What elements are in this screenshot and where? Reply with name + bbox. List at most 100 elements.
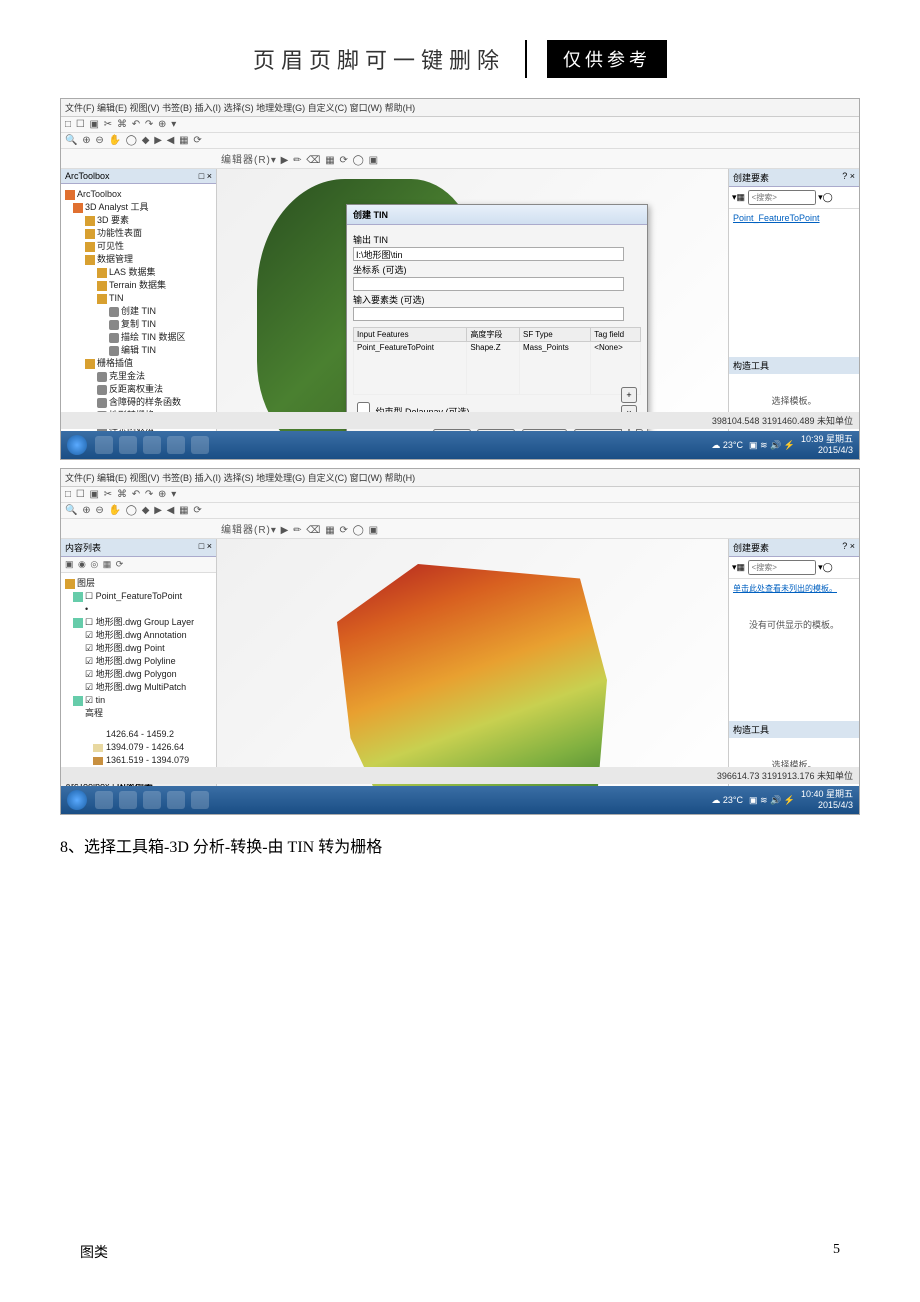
map-viewport[interactable] bbox=[217, 539, 728, 794]
td[interactable]: Mass_Points bbox=[520, 342, 591, 395]
tree-item[interactable]: 反距离权重法 bbox=[65, 383, 212, 396]
tree-item[interactable]: 含障碍的样条函数 bbox=[65, 396, 212, 409]
menu-item[interactable]: 帮助(H) bbox=[385, 473, 416, 483]
menu-item[interactable]: 编辑(E) bbox=[97, 103, 127, 113]
menu-item[interactable]: 地理处理(G) bbox=[256, 103, 305, 113]
tree-item[interactable]: Terrain 数据集 bbox=[65, 279, 212, 292]
td[interactable]: Point_FeatureToPoint bbox=[354, 342, 467, 395]
input-features-table[interactable]: Input Features 高度字段 SF Type Tag field Po… bbox=[353, 327, 641, 395]
toolbox-tree[interactable]: ArcToolbox3D Analyst 工具3D 要素功能性表面可见性数据管理… bbox=[61, 184, 216, 439]
layer-tree[interactable]: 图层☐ Point_FeatureToPoint•☐ 地形图.dwg Group… bbox=[61, 573, 216, 724]
tree-item[interactable]: 功能性表面 bbox=[65, 227, 212, 240]
menu-item[interactable]: 窗口(W) bbox=[350, 473, 383, 483]
tree-item[interactable]: ☑ 地形图.dwg Polyline bbox=[65, 655, 212, 668]
tray-date[interactable]: 2015/4/3 bbox=[801, 800, 853, 811]
tray-icons[interactable]: ▣ ≋ 🔊 ⚡ bbox=[749, 795, 795, 806]
tree-item[interactable]: 栅格插值 bbox=[65, 357, 212, 370]
filter-icon[interactable]: ▾▦ bbox=[732, 562, 745, 572]
tree-item[interactable]: 创建 TIN bbox=[65, 305, 212, 318]
tree-item[interactable]: 描绘 TIN 数据区 bbox=[65, 331, 212, 344]
tree-item[interactable]: 3D Analyst 工具 bbox=[65, 201, 212, 214]
tree-item[interactable]: • bbox=[65, 603, 212, 616]
menu-item[interactable]: 书签(B) bbox=[162, 473, 192, 483]
weather-tray[interactable]: ☁ 23°C bbox=[711, 440, 743, 451]
toc-toolbar[interactable]: ▣ ◉ ◎ ▦ ⟳ bbox=[61, 557, 216, 573]
tray-icons[interactable]: ▣ ≋ 🔊 ⚡ bbox=[749, 440, 795, 451]
panel-controls[interactable]: ? × bbox=[842, 171, 855, 184]
tree-item[interactable]: 图层 bbox=[65, 577, 212, 590]
toolbar[interactable]: 编辑器(R)▾ ▶ ✏ ⌫ ▦ ⟳ ◯ ▣ bbox=[61, 519, 859, 539]
add-row-button[interactable]: + bbox=[621, 387, 637, 403]
tree-item[interactable]: 数据管理 bbox=[65, 253, 212, 266]
tray-time[interactable]: 10:39 星期五 bbox=[801, 434, 853, 445]
search-icons[interactable]: ▾◯ bbox=[818, 562, 833, 572]
weather-tray[interactable]: ☁ 23°C bbox=[711, 795, 743, 806]
menu-item[interactable]: 地理处理(G) bbox=[256, 473, 305, 483]
toolbar[interactable]: □ ☐ ▣ ✂ ⌘ ↶ ↷ ⊕ ▾ bbox=[61, 117, 859, 133]
task-icon[interactable] bbox=[95, 436, 113, 454]
windows-taskbar[interactable]: ☁ 23°C ▣ ≋ 🔊 ⚡ 10:39 星期五 2015/4/3 bbox=[61, 431, 859, 459]
menu-item[interactable]: 插入(I) bbox=[195, 103, 222, 113]
menu-item[interactable]: 窗口(W) bbox=[350, 103, 383, 113]
toolbar[interactable]: 🔍 ⊕ ⊖ ✋ ◯ ◆ ▶ ◀ ▦ ⟳ bbox=[61, 503, 859, 519]
menu-bar[interactable]: 文件(F) 编辑(E) 视图(V) 书签(B) 插入(I) 选择(S) 地理处理… bbox=[61, 99, 859, 117]
menu-item[interactable]: 文件(F) bbox=[65, 103, 95, 113]
menu-item[interactable]: 选择(S) bbox=[224, 473, 254, 483]
task-icon[interactable] bbox=[191, 791, 209, 809]
template-link[interactable]: 单击此处查看未列出的模板。 bbox=[729, 579, 859, 598]
toolbar[interactable]: 编辑器(R)▾ ▶ ✏ ⌫ ▦ ⟳ ◯ ▣ bbox=[61, 149, 859, 169]
windows-taskbar[interactable]: ☁ 23°C ▣ ≋ 🔊 ⚡ 10:40 星期五 2015/4/3 bbox=[61, 786, 859, 814]
tray-time[interactable]: 10:40 星期五 bbox=[801, 789, 853, 800]
start-button[interactable] bbox=[67, 435, 87, 455]
tree-item[interactable]: ☑ 地形图.dwg Polygon bbox=[65, 668, 212, 681]
tree-item[interactable]: ☑ 地形图.dwg Point bbox=[65, 642, 212, 655]
menu-item[interactable]: 书签(B) bbox=[162, 103, 192, 113]
task-icon[interactable] bbox=[191, 436, 209, 454]
search-input[interactable] bbox=[748, 560, 816, 575]
toolbar[interactable]: □ ☐ ▣ ✂ ⌘ ↶ ↷ ⊕ ▾ bbox=[61, 487, 859, 503]
task-icon[interactable] bbox=[167, 436, 185, 454]
tree-item[interactable]: 编辑 TIN bbox=[65, 344, 212, 357]
tree-item[interactable]: 3D 要素 bbox=[65, 214, 212, 227]
menu-item[interactable]: 插入(I) bbox=[195, 473, 222, 483]
tree-item[interactable]: ☑ tin bbox=[65, 694, 212, 707]
tree-item[interactable]: 可见性 bbox=[65, 240, 212, 253]
search-icons[interactable]: ▾◯ bbox=[818, 192, 833, 202]
tree-item[interactable]: LAS 数据集 bbox=[65, 266, 212, 279]
task-icon[interactable] bbox=[119, 436, 137, 454]
search-input[interactable] bbox=[748, 190, 816, 205]
panel-controls[interactable]: ? × bbox=[842, 541, 855, 554]
features-input[interactable] bbox=[353, 307, 624, 321]
tree-item[interactable]: ☐ 地形图.dwg Group Layer bbox=[65, 616, 212, 629]
template-link[interactable]: Point_FeatureToPoint bbox=[729, 209, 859, 227]
tray-date[interactable]: 2015/4/3 bbox=[801, 445, 853, 456]
td[interactable]: Shape.Z bbox=[467, 342, 520, 395]
task-icon[interactable] bbox=[167, 791, 185, 809]
menu-item[interactable]: 选择(S) bbox=[224, 103, 254, 113]
task-icon[interactable] bbox=[143, 791, 161, 809]
menu-item[interactable]: 帮助(H) bbox=[385, 103, 416, 113]
filter-icon[interactable]: ▾▦ bbox=[732, 192, 745, 202]
tree-item[interactable]: 克里金法 bbox=[65, 370, 212, 383]
toolbar[interactable]: 🔍 ⊕ ⊖ ✋ ◯ ◆ ▶ ◀ ▦ ⟳ bbox=[61, 133, 859, 149]
start-button[interactable] bbox=[67, 790, 87, 810]
tree-item[interactable]: TIN bbox=[65, 292, 212, 305]
tree-item[interactable]: 高程 bbox=[65, 707, 212, 720]
menu-item[interactable]: 自定义(C) bbox=[308, 103, 348, 113]
output-tin-input[interactable] bbox=[353, 247, 624, 261]
tree-item[interactable]: ☐ Point_FeatureToPoint bbox=[65, 590, 212, 603]
task-icon[interactable] bbox=[119, 791, 137, 809]
menu-bar[interactable]: 文件(F) 编辑(E) 视图(V) 书签(B) 插入(I) 选择(S) 地理处理… bbox=[61, 469, 859, 487]
task-icon[interactable] bbox=[143, 436, 161, 454]
menu-item[interactable]: 视图(V) bbox=[130, 473, 160, 483]
task-icon[interactable] bbox=[95, 791, 113, 809]
tree-item[interactable]: 复制 TIN bbox=[65, 318, 212, 331]
tree-item[interactable]: ☑ 地形图.dwg MultiPatch bbox=[65, 681, 212, 694]
menu-item[interactable]: 视图(V) bbox=[130, 103, 160, 113]
cs-input[interactable] bbox=[353, 277, 624, 291]
tree-item[interactable]: ArcToolbox bbox=[65, 188, 212, 201]
menu-item[interactable]: 编辑(E) bbox=[97, 473, 127, 483]
map-viewport[interactable]: 创建 TIN 输出 TIN 坐标系 (可选) 输入要素类 (可选) Input … bbox=[217, 169, 728, 439]
menu-item[interactable]: 自定义(C) bbox=[308, 473, 348, 483]
panel-controls[interactable]: □ × bbox=[199, 171, 212, 181]
